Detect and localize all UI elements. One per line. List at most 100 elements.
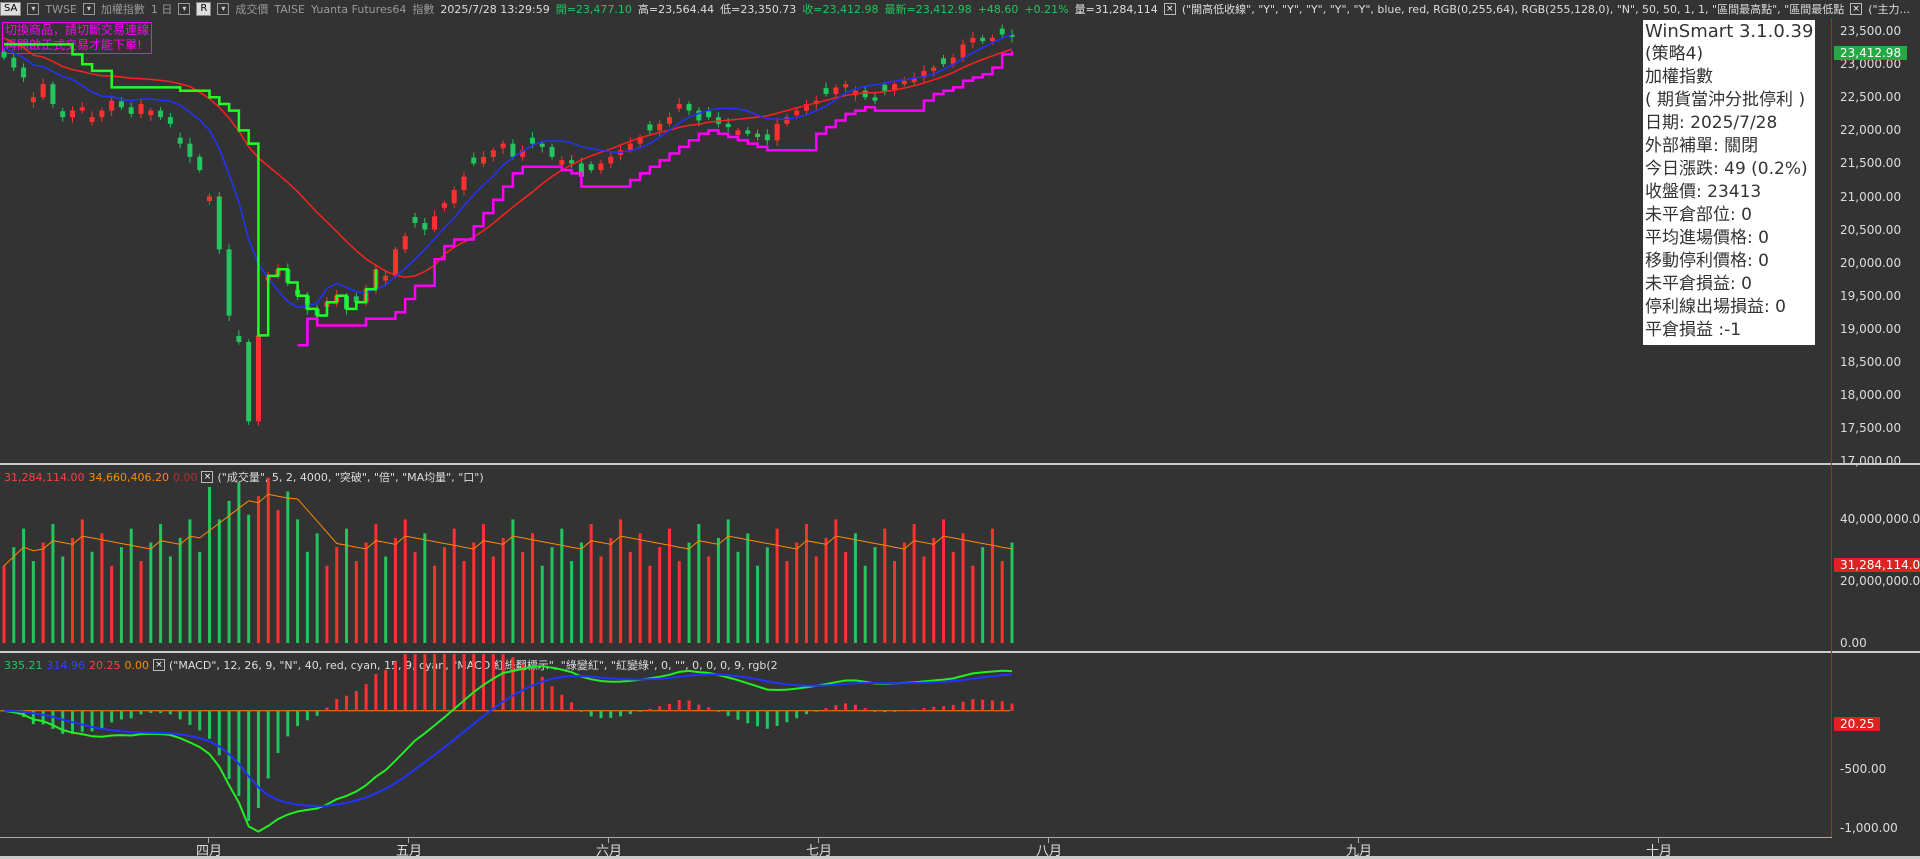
candle-body bbox=[989, 37, 995, 42]
info-line: 加權指數 bbox=[1645, 67, 1713, 87]
volume-bar bbox=[61, 556, 65, 643]
macd-chart[interactable] bbox=[0, 654, 1832, 838]
macd-histogram-bar bbox=[227, 710, 231, 780]
macd-histogram-bar bbox=[325, 707, 329, 711]
macd-histogram-bar bbox=[560, 694, 564, 711]
macd-dif-line bbox=[3, 665, 1013, 833]
volume-bar bbox=[335, 547, 339, 643]
period-dropdown-icon[interactable]: ▾ bbox=[178, 3, 191, 15]
candle-body bbox=[725, 123, 731, 128]
macd-histogram-bar bbox=[785, 710, 789, 723]
symbol-name[interactable]: 加權指數 bbox=[101, 1, 145, 17]
macd-histogram-bar bbox=[824, 708, 828, 711]
macd-histogram-bar bbox=[413, 654, 417, 711]
info-line: 未平倉損益: 0 bbox=[1645, 274, 1752, 294]
macd-histogram-bar bbox=[276, 710, 280, 754]
volume-bar bbox=[12, 547, 16, 643]
candle-body bbox=[461, 176, 467, 190]
volume-bar bbox=[1000, 561, 1004, 643]
macd-histogram-bar bbox=[315, 710, 319, 716]
macd-histogram-bar bbox=[736, 710, 740, 720]
volume-bar bbox=[168, 556, 172, 643]
candle-body bbox=[539, 143, 545, 147]
candle-body bbox=[11, 57, 17, 68]
candle-body bbox=[999, 28, 1005, 35]
macd-histogram-bar bbox=[893, 710, 897, 712]
volume-bar bbox=[472, 542, 476, 643]
macd-histogram-bar bbox=[609, 710, 613, 718]
volume-bar bbox=[961, 533, 965, 643]
r-button[interactable]: R bbox=[196, 2, 212, 16]
volume-bar bbox=[491, 556, 495, 643]
data-source-label: TAISE bbox=[274, 2, 305, 16]
macd-histogram-bar bbox=[922, 707, 926, 711]
volume-bar bbox=[384, 556, 388, 643]
volume-bar bbox=[540, 565, 544, 643]
volume-bar bbox=[119, 547, 123, 643]
strategy-info-panel: WinSmart 3.1.0.39 (策略4) 加權指數 ( 期貨當沖分批停利 … bbox=[1643, 20, 1815, 345]
volume-bar bbox=[726, 519, 730, 643]
candle-body bbox=[451, 189, 457, 204]
candle-body bbox=[79, 107, 85, 111]
volume-bar bbox=[325, 565, 329, 643]
candle-body bbox=[862, 90, 868, 98]
info-line: 收盤價: 23413 bbox=[1645, 182, 1762, 202]
macd-histogram-bar bbox=[423, 654, 427, 711]
macd-histogram-bar bbox=[442, 654, 446, 711]
pane-divider[interactable] bbox=[0, 463, 1920, 465]
macd-histogram-bar bbox=[550, 686, 554, 711]
macd-histogram-bar bbox=[834, 705, 838, 711]
candle-body bbox=[148, 110, 154, 116]
candle-body bbox=[383, 275, 389, 281]
macd-histogram-bar bbox=[159, 710, 163, 714]
close-indicator2-icon[interactable]: × bbox=[1850, 3, 1863, 15]
volume-bar bbox=[276, 510, 280, 643]
volume-bar bbox=[1010, 542, 1014, 643]
candle-body bbox=[255, 335, 261, 422]
volume-ma-line bbox=[3, 493, 1013, 567]
candle-body bbox=[882, 84, 888, 91]
price-chart[interactable] bbox=[0, 18, 1832, 463]
info-line: 日期: 2025/7/28 bbox=[1645, 113, 1778, 133]
volume-bar bbox=[31, 561, 35, 643]
macd-histogram-bar bbox=[208, 710, 212, 739]
candle-body bbox=[755, 133, 761, 138]
symbol-dropdown-icon[interactable]: ▾ bbox=[82, 3, 95, 15]
volume-bar bbox=[736, 551, 740, 643]
volume-bar bbox=[178, 537, 182, 643]
macd-histogram-bar bbox=[579, 710, 583, 712]
candle-body bbox=[1, 51, 7, 58]
macd-badge: 20.25 bbox=[1834, 717, 1881, 731]
volume-bar bbox=[844, 551, 848, 643]
volume-chart[interactable] bbox=[0, 467, 1832, 649]
dropdown-arrow-icon[interactable]: ▾ bbox=[27, 3, 40, 15]
feed-label: Yuanta Futures64 bbox=[310, 2, 407, 16]
candle-body bbox=[794, 110, 800, 116]
volume-bar bbox=[951, 551, 955, 643]
macd-histogram-bar bbox=[530, 669, 534, 711]
volume-bar bbox=[286, 491, 290, 643]
pane-divider[interactable] bbox=[0, 651, 1920, 653]
candle-body bbox=[60, 111, 66, 118]
macd-histogram-bar bbox=[756, 710, 760, 727]
price-axis-label: 17,000.00 bbox=[1840, 454, 1902, 468]
symbol-menu-button[interactable]: SA bbox=[0, 2, 22, 16]
period-label[interactable]: 1 日 bbox=[151, 1, 173, 17]
candle-body bbox=[569, 160, 575, 164]
info-line: 平均進場價格: 0 bbox=[1645, 228, 1769, 248]
volume-bar bbox=[579, 542, 583, 643]
candle-body bbox=[432, 216, 438, 230]
price-axis-label: 21,500.00 bbox=[1840, 156, 1902, 171]
volume-bar bbox=[893, 561, 897, 643]
close-indicator-icon[interactable]: × bbox=[1163, 3, 1176, 15]
price-axis-label: 23,500.00 bbox=[1840, 24, 1902, 39]
macd-axis-label: -500.00 bbox=[1840, 762, 1887, 777]
macd-histogram-bar bbox=[100, 710, 104, 729]
candle-body bbox=[392, 249, 398, 276]
macd-histogram-bar bbox=[863, 708, 867, 711]
macd-histogram-bar bbox=[511, 657, 515, 711]
macd-histogram-bar bbox=[139, 710, 143, 715]
volume-bar bbox=[71, 537, 75, 643]
price-type-dropdown-icon[interactable]: ▾ bbox=[217, 3, 230, 15]
macd-histogram-bar bbox=[403, 654, 407, 711]
